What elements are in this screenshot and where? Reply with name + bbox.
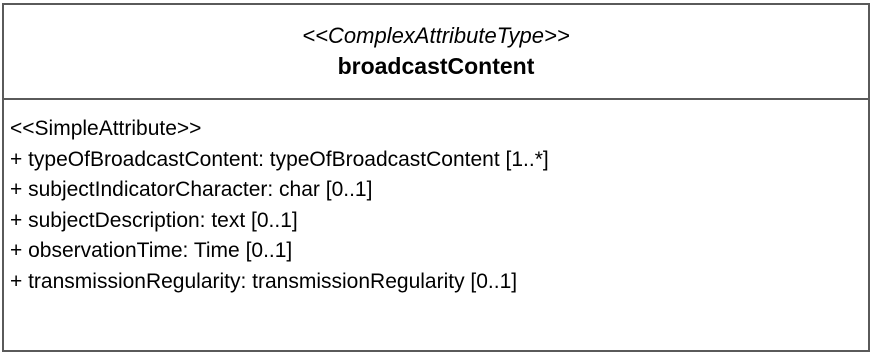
attributes-stereotype: <<SimpleAttribute>> <box>10 117 202 140</box>
attribute-type-of-broadcast-content: + typeOfBroadcastContent: typeOfBroadcas… <box>10 147 549 171</box>
attribute-subject-indicator-character: + subjectIndicatorCharacter: char [0..1] <box>10 178 373 201</box>
class-stereotype: <<ComplexAttributeType>> <box>302 23 570 48</box>
attribute-transmission-regularity: + transmissionRegularity: transmissionRe… <box>10 269 518 293</box>
attribute-observation-time: + observationTime: Time [0..1] <box>10 239 293 262</box>
class-name: broadcastContent <box>337 53 535 79</box>
uml-class-box: <<ComplexAttributeType>> broadcastConten… <box>2 3 870 352</box>
class-header: <<ComplexAttributeType>> broadcastConten… <box>4 5 868 100</box>
attributes-compartment: <<SimpleAttribute>> + typeOfBroadcastCon… <box>4 100 868 297</box>
attribute-subject-description: + subjectDescription: text [0..1] <box>10 208 298 232</box>
